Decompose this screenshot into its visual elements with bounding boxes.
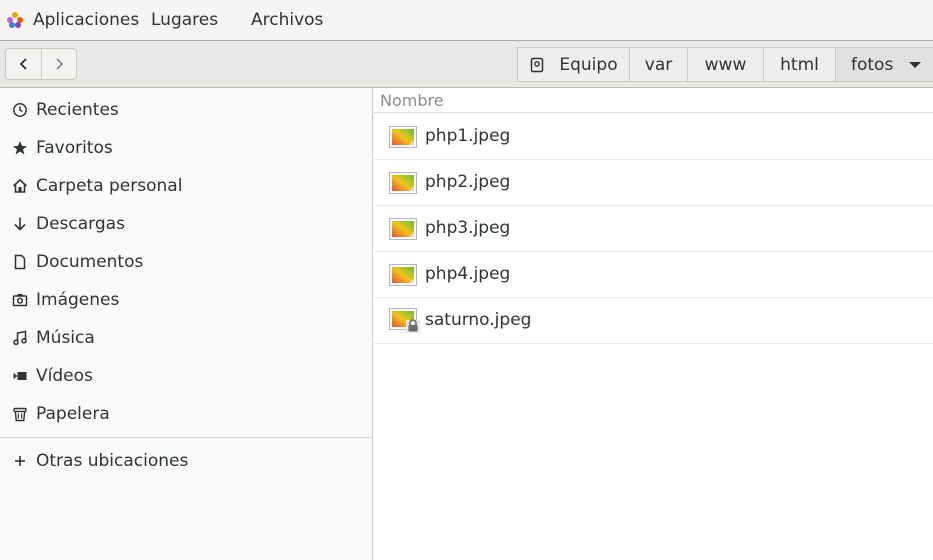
sidebar-item-label: Papelera bbox=[36, 404, 110, 424]
sidebar-item-label: Otras ubicaciones bbox=[36, 451, 189, 471]
sidebar-item-favorites[interactable]: Favoritos bbox=[0, 129, 372, 167]
sidebar-item-label: Recientes bbox=[36, 100, 119, 120]
camera-icon bbox=[10, 290, 30, 310]
dropdown-arrow-icon[interactable] bbox=[909, 61, 922, 69]
file-list-view: Nombre php1.jpeg php2.jpeg php3.jpeg php… bbox=[374, 88, 933, 560]
sidebar-item-label: Favoritos bbox=[36, 138, 113, 158]
lock-icon bbox=[406, 319, 420, 333]
file-row[interactable]: php3.jpeg bbox=[374, 206, 933, 252]
image-file-icon bbox=[389, 308, 420, 333]
sidebar-item-label: Carpeta personal bbox=[36, 176, 183, 196]
menu-files[interactable]: Archivos bbox=[251, 10, 323, 30]
file-row[interactable]: saturno.jpeg bbox=[374, 298, 933, 344]
sidebar-item-music[interactable]: Música bbox=[0, 319, 372, 357]
sidebar-item-label: Descargas bbox=[36, 214, 125, 234]
header-bar: Equipo var www html fotos bbox=[0, 41, 933, 88]
sidebar-separator bbox=[0, 437, 372, 438]
sidebar-item-recent[interactable]: Recientes bbox=[0, 91, 372, 129]
crumb-label: Equipo bbox=[559, 54, 618, 75]
sidebar-item-pictures[interactable]: Imágenes bbox=[0, 281, 372, 319]
star-icon bbox=[10, 138, 30, 158]
trash-icon bbox=[10, 404, 30, 424]
activities-logo-icon[interactable] bbox=[7, 12, 23, 28]
file-name: php2.jpeg bbox=[425, 172, 511, 192]
document-icon bbox=[10, 252, 30, 272]
file-row[interactable]: php4.jpeg bbox=[374, 252, 933, 298]
sidebar-item-downloads[interactable]: Descargas bbox=[0, 205, 372, 243]
chevron-left-icon bbox=[19, 58, 27, 70]
navigation-buttons bbox=[5, 48, 77, 80]
sidebar-item-trash[interactable]: Papelera bbox=[0, 395, 372, 433]
file-name: saturno.jpeg bbox=[425, 310, 532, 330]
file-name: php1.jpeg bbox=[425, 126, 511, 146]
drive-icon bbox=[531, 57, 544, 72]
sidebar-item-other-locations[interactable]: Otras ubicaciones bbox=[0, 442, 372, 480]
sidebar-item-label: Documentos bbox=[36, 252, 144, 272]
image-file-icon bbox=[389, 264, 417, 286]
file-name: php3.jpeg bbox=[425, 218, 511, 238]
column-header-label: Nombre bbox=[380, 91, 444, 110]
file-row[interactable]: php2.jpeg bbox=[374, 160, 933, 206]
file-name: php4.jpeg bbox=[425, 264, 511, 284]
video-icon bbox=[10, 366, 30, 386]
music-icon bbox=[10, 328, 30, 348]
top-panel: Aplicaciones Lugares Archivos bbox=[0, 0, 933, 41]
plus-icon bbox=[10, 451, 30, 471]
home-icon bbox=[10, 176, 30, 196]
file-row[interactable]: php1.jpeg bbox=[374, 114, 933, 160]
sidebar-item-videos[interactable]: Vídeos bbox=[0, 357, 372, 395]
crumb-fotos[interactable]: fotos bbox=[836, 48, 933, 81]
crumb-computer[interactable]: Equipo bbox=[518, 48, 630, 81]
sidebar-item-home[interactable]: Carpeta personal bbox=[0, 167, 372, 205]
clock-icon bbox=[10, 100, 30, 120]
forward-button[interactable] bbox=[41, 49, 76, 79]
image-file-icon bbox=[389, 126, 417, 148]
menu-places[interactable]: Lugares bbox=[151, 10, 218, 30]
crumb-var[interactable]: var bbox=[630, 48, 688, 81]
sidebar-item-documents[interactable]: Documentos bbox=[0, 243, 372, 281]
places-sidebar: Recientes Favoritos Carpeta personal Des… bbox=[0, 88, 373, 560]
chevron-right-icon bbox=[56, 58, 64, 70]
column-header-name[interactable]: Nombre bbox=[374, 88, 933, 113]
image-file-icon bbox=[389, 172, 417, 194]
path-bar: Equipo var www html fotos bbox=[517, 47, 933, 82]
crumb-html[interactable]: html bbox=[764, 48, 836, 81]
crumb-label: fotos bbox=[851, 54, 894, 75]
menu-applications[interactable]: Aplicaciones bbox=[33, 10, 139, 30]
download-icon bbox=[10, 214, 30, 234]
back-button[interactable] bbox=[6, 49, 41, 79]
image-file-icon bbox=[389, 218, 417, 240]
crumb-www[interactable]: www bbox=[688, 48, 764, 81]
sidebar-item-label: Música bbox=[36, 328, 95, 348]
sidebar-item-label: Vídeos bbox=[36, 366, 93, 386]
sidebar-item-label: Imágenes bbox=[36, 290, 120, 310]
